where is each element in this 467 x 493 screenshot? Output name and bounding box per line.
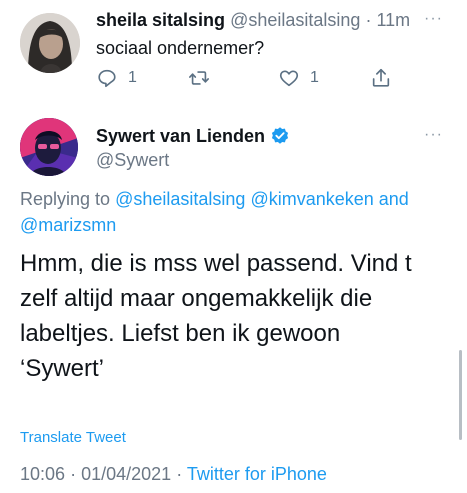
tweet-metadata: 10:06 · 01/04/2021 · Twitter for iPhone	[20, 464, 327, 485]
retweet-icon	[189, 71, 209, 85]
more-icon[interactable]: ···	[424, 126, 443, 144]
reply-separator: ·	[365, 10, 372, 30]
like-icon	[279, 70, 299, 87]
reply-action-bar: 1 1	[96, 66, 396, 90]
reply-count: 1	[128, 69, 137, 86]
reply-text: sociaal ondernemer?	[96, 38, 265, 58]
author-handle[interactable]: @Sywert	[96, 150, 169, 171]
mention-link[interactable]: @kimvankeken	[250, 189, 373, 209]
more-icon[interactable]: ···	[424, 10, 443, 28]
like-count: 1	[310, 69, 319, 86]
avatar-sheila-image	[20, 13, 80, 73]
main-tweet: Sywert van Lienden @Sywert ··· Replying …	[0, 110, 467, 493]
tweet-time[interactable]: 10:06	[20, 464, 65, 484]
translate-tweet-link[interactable]: Translate Tweet	[20, 429, 126, 446]
reply-handle[interactable]: @sheilasitalsing	[230, 10, 360, 30]
mention-link[interactable]: @sheilasitalsing	[115, 189, 245, 209]
reply-header: sheila sitalsing @sheilasitalsing · 11m	[96, 10, 410, 31]
scrollbar[interactable]	[459, 350, 462, 440]
verified-badge-icon	[271, 127, 289, 144]
reply-button[interactable]: 1	[96, 66, 137, 90]
avatar-sywert[interactable]	[20, 118, 78, 176]
retweet-button[interactable]	[188, 66, 220, 90]
tweet-body: Hmm, die is mss wel passend. Vind t zelf…	[20, 246, 450, 386]
avatar-sheila[interactable]	[20, 13, 80, 73]
author-display-name[interactable]: Sywert van Lienden	[96, 126, 265, 147]
avatar-sywert-image	[20, 118, 78, 176]
replying-prefix: Replying to	[20, 189, 111, 209]
tweet-date[interactable]: 01/04/2021	[81, 464, 171, 484]
tweet-body-line: labeltjes. Liefst ben ik gewoon	[20, 320, 341, 347]
reply-tweet[interactable]: sheila sitalsing @sheilasitalsing · 11m …	[0, 0, 467, 110]
meta-separator: ·	[176, 464, 183, 484]
meta-separator: ·	[70, 464, 77, 484]
tweet-body-line: zelf altijd maar ongemakkelijk die	[20, 285, 373, 312]
reply-icon	[98, 69, 116, 88]
tweet-body-line: Hmm, die is mss wel passend. Vind t	[20, 250, 412, 277]
share-button[interactable]	[370, 66, 392, 90]
share-icon	[372, 68, 390, 87]
mention-link[interactable]: @marizsmn	[20, 215, 116, 235]
tweet-body-line: ‘Sywert’	[20, 355, 105, 382]
like-button[interactable]: 1	[278, 66, 319, 90]
reply-display-name[interactable]: sheila sitalsing	[96, 10, 225, 30]
replying-to: Replying to @sheilasitalsing @kimvankeke…	[20, 186, 440, 238]
tweet-source-link[interactable]: Twitter for iPhone	[187, 464, 327, 484]
mention-joiner: and	[378, 189, 409, 209]
reply-timestamp[interactable]: 11m	[376, 10, 410, 30]
